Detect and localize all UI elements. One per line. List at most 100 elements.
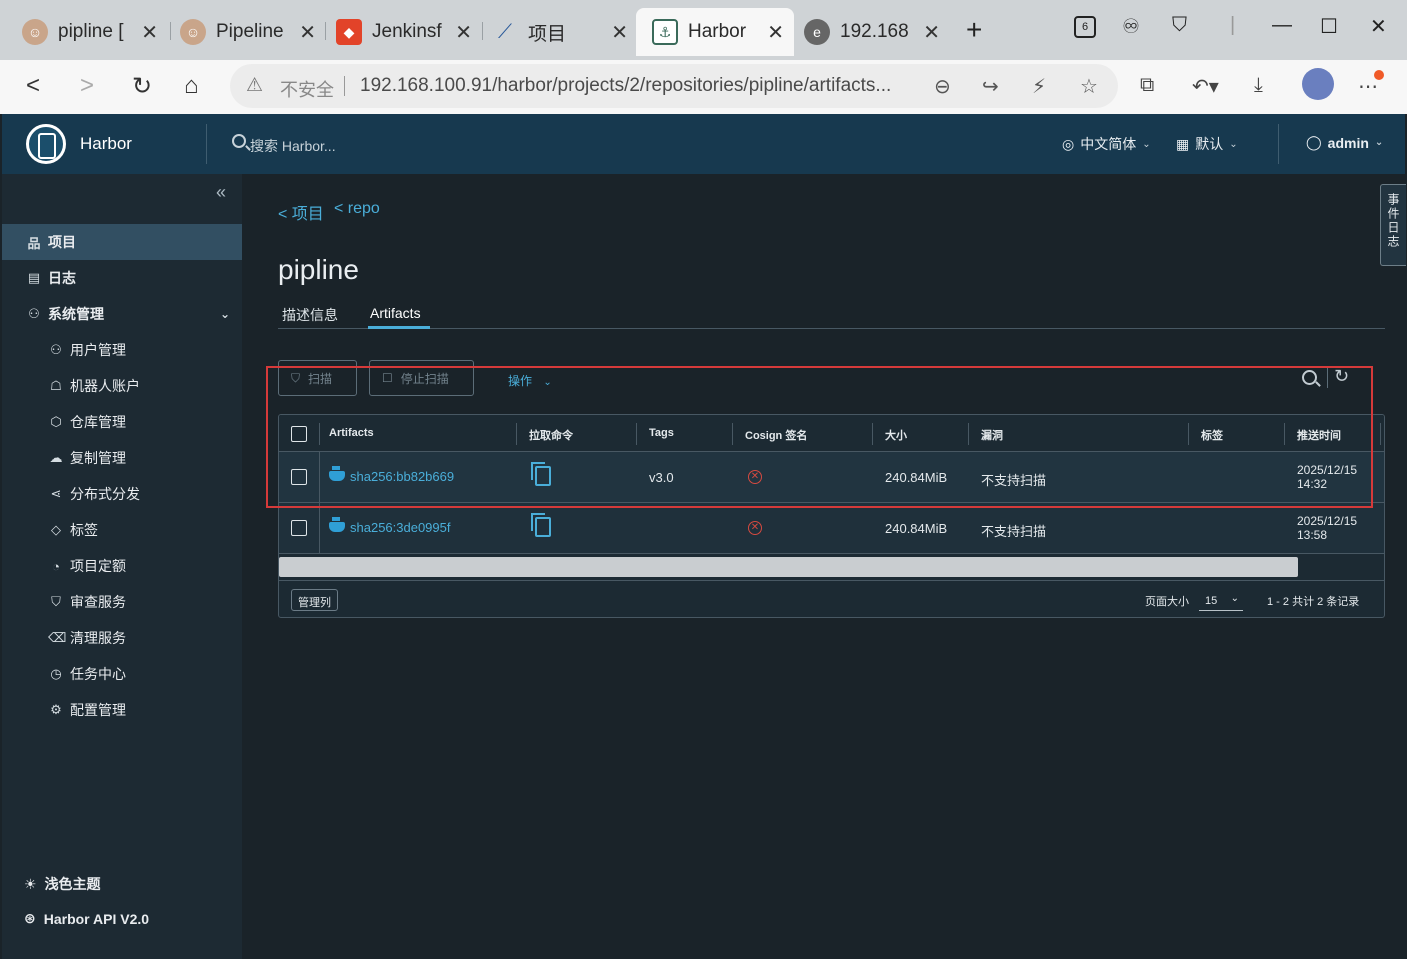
sidebar-item-interrogation[interactable]: ⛉ 审查服务: [2, 584, 242, 620]
scrollbar-thumb[interactable]: [279, 557, 1298, 577]
sidebar-item-job-service[interactable]: ◷ 任务中心: [2, 656, 242, 692]
user-menu[interactable]: ◯ admin ⌄: [1306, 134, 1383, 151]
download-icon[interactable]: ⤓: [1254, 74, 1263, 97]
sidebar-item-distribution[interactable]: ⋖ 分布式分发: [2, 476, 242, 512]
column-header[interactable]: Cosign 签名: [745, 427, 807, 443]
refresh-icon[interactable]: ↻: [1334, 366, 1349, 387]
profile-avatar[interactable]: [1302, 68, 1334, 100]
new-tab-button[interactable]: +: [966, 14, 982, 46]
column-header[interactable]: 拉取命令: [529, 427, 573, 443]
reload-icon[interactable]: ↻: [132, 72, 152, 101]
url-text[interactable]: 192.168.100.91/harbor/projects/2/reposit…: [360, 75, 920, 97]
tag-icon: ◇: [51, 522, 61, 537]
theme-toggle[interactable]: ☀ 浅色主题: [24, 874, 101, 894]
vulnerability-status: 不支持扫描: [981, 473, 1047, 488]
column-header[interactable]: 漏洞: [981, 427, 1003, 443]
forward-icon[interactable]: >: [80, 72, 94, 100]
browser-tab[interactable]: e 192.168 ✕: [788, 8, 950, 56]
lightning-icon[interactable]: ⚡: [1032, 74, 1046, 99]
event-log-panel-toggle[interactable]: 事件日志: [1380, 184, 1406, 266]
home-icon[interactable]: ⌂: [184, 72, 199, 100]
security-label: 不安全: [280, 80, 334, 100]
sidebar-item-replication[interactable]: ☁ 复制管理: [2, 440, 242, 476]
sidebar-item-users[interactable]: ⚇ 用户管理: [2, 332, 242, 368]
copy-pull-command-icon[interactable]: [531, 513, 551, 537]
close-window-icon[interactable]: ✕: [1370, 14, 1387, 39]
theme-selector[interactable]: ▦ 默认 ⌄: [1176, 134, 1238, 154]
column-header[interactable]: 推送时间: [1297, 427, 1341, 443]
global-search-input[interactable]: 搜索 Harbor...: [250, 136, 336, 156]
log-icon: ▤: [27, 270, 41, 285]
jenkins-icon: ☺: [180, 19, 206, 45]
row-checkbox[interactable]: [291, 469, 307, 485]
share-icon[interactable]: ↪: [982, 74, 999, 99]
search-icon[interactable]: [232, 134, 246, 148]
close-tab-icon[interactable]: ✕: [923, 20, 940, 45]
select-all-checkbox[interactable]: [291, 426, 307, 442]
manage-columns-button[interactable]: 管理列: [291, 589, 338, 611]
undo-icon[interactable]: ↶▾: [1192, 74, 1219, 99]
browser-tab[interactable]: ☺ Pipeline ✕: [164, 8, 326, 56]
close-tab-icon[interactable]: ✕: [299, 20, 316, 45]
breadcrumb-repo[interactable]: < repo: [334, 200, 380, 218]
artifact-digest-link[interactable]: sha256:bb82b669: [350, 469, 454, 484]
sidebar-item-quotas[interactable]: ◔ 项目定额: [2, 548, 242, 584]
close-tab-icon[interactable]: ✕: [767, 20, 784, 45]
maximize-icon[interactable]: ☐: [1320, 14, 1338, 39]
artifact-size: 240.84MiB: [885, 521, 948, 536]
harbor-logo[interactable]: [26, 124, 66, 164]
table-row[interactable]: sha256:3de0995f ✕ 240.84MiB 不支持扫描 2025/1…: [279, 503, 1384, 554]
extensions-icon[interactable]: ⧉: [1140, 74, 1154, 97]
row-checkbox[interactable]: [291, 520, 307, 536]
sidebar-item-clean-up[interactable]: ⌫ 清理服务: [2, 620, 242, 656]
sidebar-item-robot-accounts[interactable]: ☖ 机器人账户: [2, 368, 242, 404]
search-icon[interactable]: [1302, 370, 1317, 385]
tab-artifacts[interactable]: Artifacts: [370, 305, 421, 321]
api-explorer-link[interactable]: ⊛ Harbor API V2.0: [24, 910, 149, 927]
browser-tab-active[interactable]: ⚓ Harbor ✕: [636, 8, 794, 56]
breadcrumb-projects[interactable]: < 项目: [278, 200, 324, 224]
close-tab-icon[interactable]: ✕: [455, 20, 472, 45]
shirt-icon[interactable]: ⛉: [1172, 14, 1187, 37]
close-tab-icon[interactable]: ✕: [611, 20, 628, 45]
edge-icon: e: [804, 19, 830, 45]
actions-dropdown[interactable]: 操作 ⌄: [508, 372, 552, 389]
column-header[interactable]: 大小: [885, 427, 907, 443]
scan-button[interactable]: ⛉ 扫描: [278, 360, 357, 396]
replication-icon: ☁: [49, 450, 63, 465]
collapse-sidebar-icon[interactable]: «: [216, 182, 226, 203]
table-footer: 管理列 页面大小 15 ⌄ 1 - 2 共计 2 条记录: [279, 580, 1384, 617]
sidebar-item-logs[interactable]: ▤ 日志: [2, 260, 242, 296]
sidebar-item-configuration[interactable]: ⚙ 配置管理: [2, 692, 242, 728]
page-size-select[interactable]: 15 ⌄: [1199, 587, 1243, 611]
brand-name[interactable]: Harbor: [80, 134, 132, 154]
share-icon: ⋖: [50, 486, 62, 501]
sidebar-item-registries[interactable]: ⬡ 仓库管理: [2, 404, 242, 440]
close-tab-icon[interactable]: ✕: [141, 20, 158, 45]
stop-scan-button[interactable]: ☐ 停止扫描: [369, 360, 474, 396]
sidebar-item-administration[interactable]: ⚇ 系统管理 ⌄: [2, 296, 242, 332]
users-icon: ⚇: [50, 342, 62, 357]
sidebar-item-labels[interactable]: ◇ 标签: [2, 512, 242, 548]
horizontal-scrollbar[interactable]: [279, 554, 1384, 580]
incognito-icon[interactable]: ♾: [1122, 14, 1140, 39]
table-row[interactable]: sha256:bb82b669 v3.0 ✕ 240.84MiB 不支持扫描 2…: [279, 452, 1384, 503]
artifact-digest-link[interactable]: sha256:3de0995f: [350, 520, 450, 535]
column-header[interactable]: Tags: [649, 427, 674, 439]
sidebar-item-projects[interactable]: 品项目: [2, 224, 242, 260]
minimize-icon[interactable]: —: [1272, 14, 1292, 37]
browser-tab[interactable]: ⟋ 项目 ✕: [476, 8, 638, 56]
back-icon[interactable]: <: [26, 72, 40, 100]
tab-count-badge[interactable]: 6: [1074, 16, 1096, 38]
browser-tab[interactable]: ◆ Jenkinsf ✕: [320, 8, 482, 56]
column-header[interactable]: 标签: [1201, 427, 1223, 443]
active-tab-indicator: [368, 326, 430, 329]
language-selector[interactable]: ◎ 中文简体 ⌄: [1062, 134, 1151, 154]
url-field[interactable]: ⚠ 不安全 192.168.100.91/harbor/projects/2/r…: [230, 64, 1118, 108]
copy-pull-command-icon[interactable]: [531, 462, 551, 486]
zoom-out-icon[interactable]: ⊖: [934, 74, 951, 99]
column-header[interactable]: Artifacts: [329, 427, 374, 439]
tab-info[interactable]: 描述信息: [282, 305, 338, 325]
browser-tab[interactable]: ☺ pipline [ ✕: [6, 8, 168, 56]
star-icon[interactable]: ☆: [1080, 74, 1098, 99]
